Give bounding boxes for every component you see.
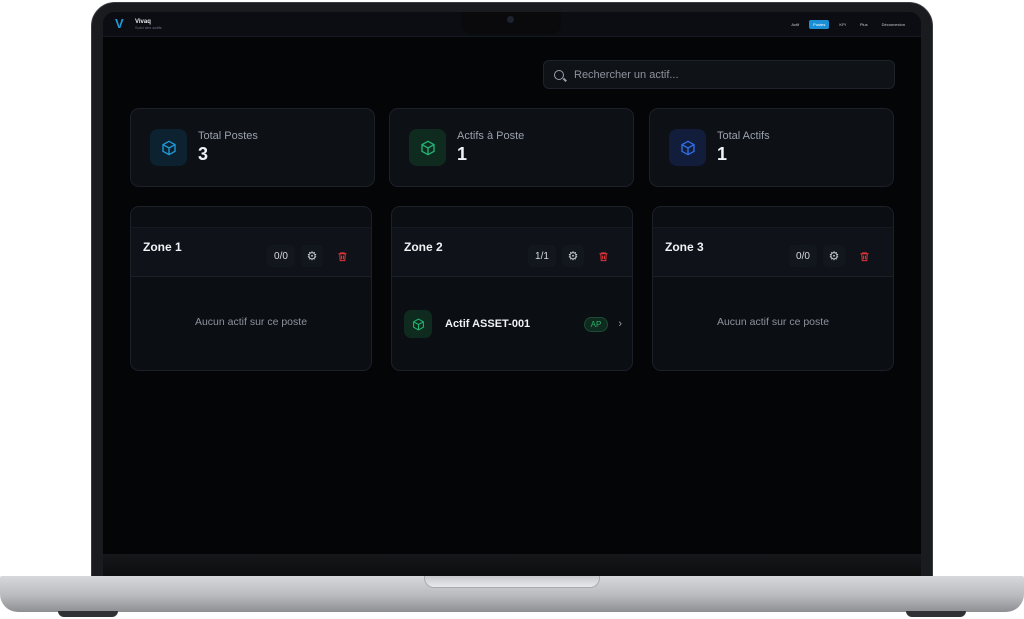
chevron-right-icon[interactable]: › [618,318,622,330]
zone-header: Zone 3 0/0 ⚙ [653,227,893,277]
stat-value: 1 [717,144,728,164]
laptop-foot [906,611,966,617]
asset-name: Actif ASSET-001 [445,318,531,330]
zone-name: Zone 2 [404,240,443,254]
logo-icon: V [115,16,124,31]
nav-item-plus[interactable]: Plus [856,20,872,29]
cube-icon [150,129,187,166]
trash-icon[interactable] [853,245,875,267]
screen-bezel [103,554,921,576]
zone-name: Zone 3 [665,240,704,254]
asset-tag: AP [583,316,609,332]
laptop-frame: V Vivaq Suivi des actifs Actif Postes KP… [0,0,1024,619]
nav-item-kpi[interactable]: KPI [835,20,849,29]
stat-card-total-postes: Total Postes 3 [130,108,375,187]
empty-message: Aucun actif sur ce poste [716,316,830,328]
empty-message: Aucun actif sur ce poste [194,316,308,328]
nav-item-postes[interactable]: Postes [809,19,830,29]
app-subtitle: Suivi des actifs [135,24,162,30]
zone-name: Zone 1 [143,240,182,254]
laptop-foot [58,611,118,617]
stat-label: Total Actifs [717,130,770,142]
search-input[interactable] [574,68,874,81]
stat-value: 1 [457,144,468,164]
brand: Vivaq Suivi des actifs [135,19,162,30]
zone-count: 1/1 [528,245,556,267]
stat-label: Total Postes [198,130,258,142]
screen: V Vivaq Suivi des actifs Actif Postes KP… [103,12,921,554]
nav-item-logout[interactable]: Déconnexion [878,20,909,29]
zone-card-3: Zone 3 0/0 ⚙ Aucun actif sur ce poste [652,206,894,371]
stat-card-actifs-poste: Actifs à Poste 1 [389,108,634,187]
zone-header: Zone 2 1/1 ⚙ [392,227,632,277]
gear-icon[interactable]: ⚙ [562,245,584,267]
nav-item-actif[interactable]: Actif [787,20,803,29]
search-bar[interactable] [543,60,895,89]
zone-count: 0/0 [789,245,817,267]
gear-icon[interactable]: ⚙ [301,245,323,267]
cube-icon [409,129,446,166]
stat-value: 3 [198,144,209,164]
asset-row[interactable]: Actif ASSET-001 AP › [404,308,622,340]
cube-icon [669,129,706,166]
stat-label: Actifs à Poste [457,130,525,142]
search-icon [554,69,564,80]
zone-count: 0/0 [267,245,295,267]
zone-card-2: Zone 2 1/1 ⚙ Actif ASSET-001 AP › [391,206,633,371]
camera-icon [507,16,514,23]
trash-icon[interactable] [331,245,353,267]
gear-icon[interactable]: ⚙ [823,245,845,267]
zone-card-1: Zone 1 0/0 ⚙ Aucun actif sur ce poste [130,206,372,371]
lid-groove [424,576,600,588]
cube-icon [404,310,432,338]
top-nav: Actif Postes KPI Plus Déconnexion [787,19,909,29]
zone-header: Zone 1 0/0 ⚙ [131,227,371,277]
stat-card-total-actifs: Total Actifs 1 [649,108,894,187]
trash-icon[interactable] [592,245,614,267]
camera-notch [461,12,561,34]
